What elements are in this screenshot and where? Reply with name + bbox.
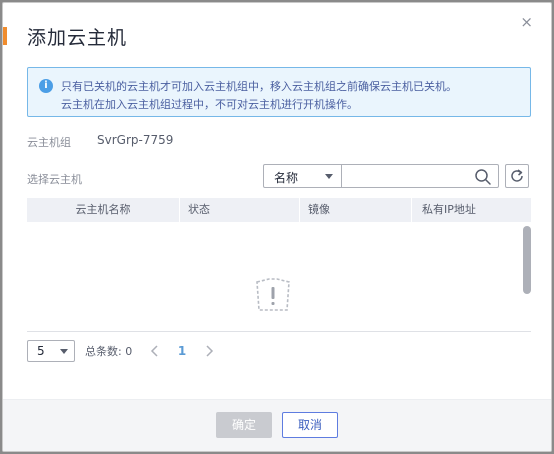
refresh-icon bbox=[511, 169, 523, 182]
notice-banner: i 只有已关机的云主机才可加入云主机组中，移入云主机组之前确保云主机已关机。 云… bbox=[27, 67, 531, 117]
chevron-left-icon bbox=[150, 345, 158, 357]
title-accent-bar bbox=[3, 27, 7, 45]
column-header-status: 状态 bbox=[179, 198, 299, 222]
table-scrollbar[interactable] bbox=[523, 222, 531, 331]
empty-state-icon bbox=[251, 276, 295, 320]
column-header-private-ip: 私有IP地址 bbox=[411, 198, 531, 222]
close-icon[interactable]: × bbox=[520, 15, 533, 30]
server-group-value: SvrGrp-7759 bbox=[97, 133, 174, 147]
chevron-down-icon bbox=[325, 174, 333, 179]
next-page-button[interactable] bbox=[199, 340, 219, 362]
chevron-down-icon bbox=[60, 349, 68, 354]
table-header: 云主机名称 状态 镜像 私有IP地址 bbox=[27, 198, 531, 222]
server-group-label: 云主机组 bbox=[27, 136, 71, 149]
page-size-value: 5 bbox=[37, 344, 45, 358]
info-icon: i bbox=[39, 79, 53, 93]
server-table: 云主机名称 状态 镜像 私有IP地址 bbox=[27, 198, 531, 332]
search-icon[interactable] bbox=[474, 168, 492, 186]
cancel-button[interactable]: 取消 bbox=[282, 412, 338, 438]
total-count: 总条数: 0 bbox=[85, 345, 133, 358]
dialog-footer: 确定 取消 bbox=[3, 399, 551, 451]
search-box: 名称 bbox=[263, 164, 499, 188]
notice-line-1: 只有已关机的云主机才可加入云主机组中，移入云主机组之前确保云主机已关机。 bbox=[61, 80, 457, 93]
page-size-select[interactable]: 5 bbox=[27, 340, 75, 362]
refresh-button[interactable] bbox=[505, 164, 529, 188]
column-header-image: 镜像 bbox=[299, 198, 411, 222]
chevron-right-icon bbox=[206, 345, 214, 357]
table-body bbox=[27, 222, 531, 331]
notice-line-2: 云主机在加入云主机组过程中，不可对云主机进行开机操作。 bbox=[61, 98, 358, 111]
prev-page-button[interactable] bbox=[145, 340, 165, 362]
add-server-dialog: 添加云主机 × i 只有已关机的云主机才可加入云主机组中，移入云主机组之前确保云… bbox=[2, 2, 552, 452]
scrollbar-thumb[interactable] bbox=[523, 226, 531, 294]
search-input[interactable] bbox=[343, 166, 471, 186]
column-header-name: 云主机名称 bbox=[75, 203, 131, 216]
select-server-label: 选择云主机 bbox=[27, 173, 82, 186]
page-number-current[interactable]: 1 bbox=[171, 340, 193, 362]
search-field-dropdown[interactable]: 名称 bbox=[264, 165, 342, 187]
confirm-button[interactable]: 确定 bbox=[216, 412, 272, 438]
search-field-value: 名称 bbox=[274, 171, 299, 185]
dialog-title: 添加云主机 bbox=[27, 27, 128, 49]
